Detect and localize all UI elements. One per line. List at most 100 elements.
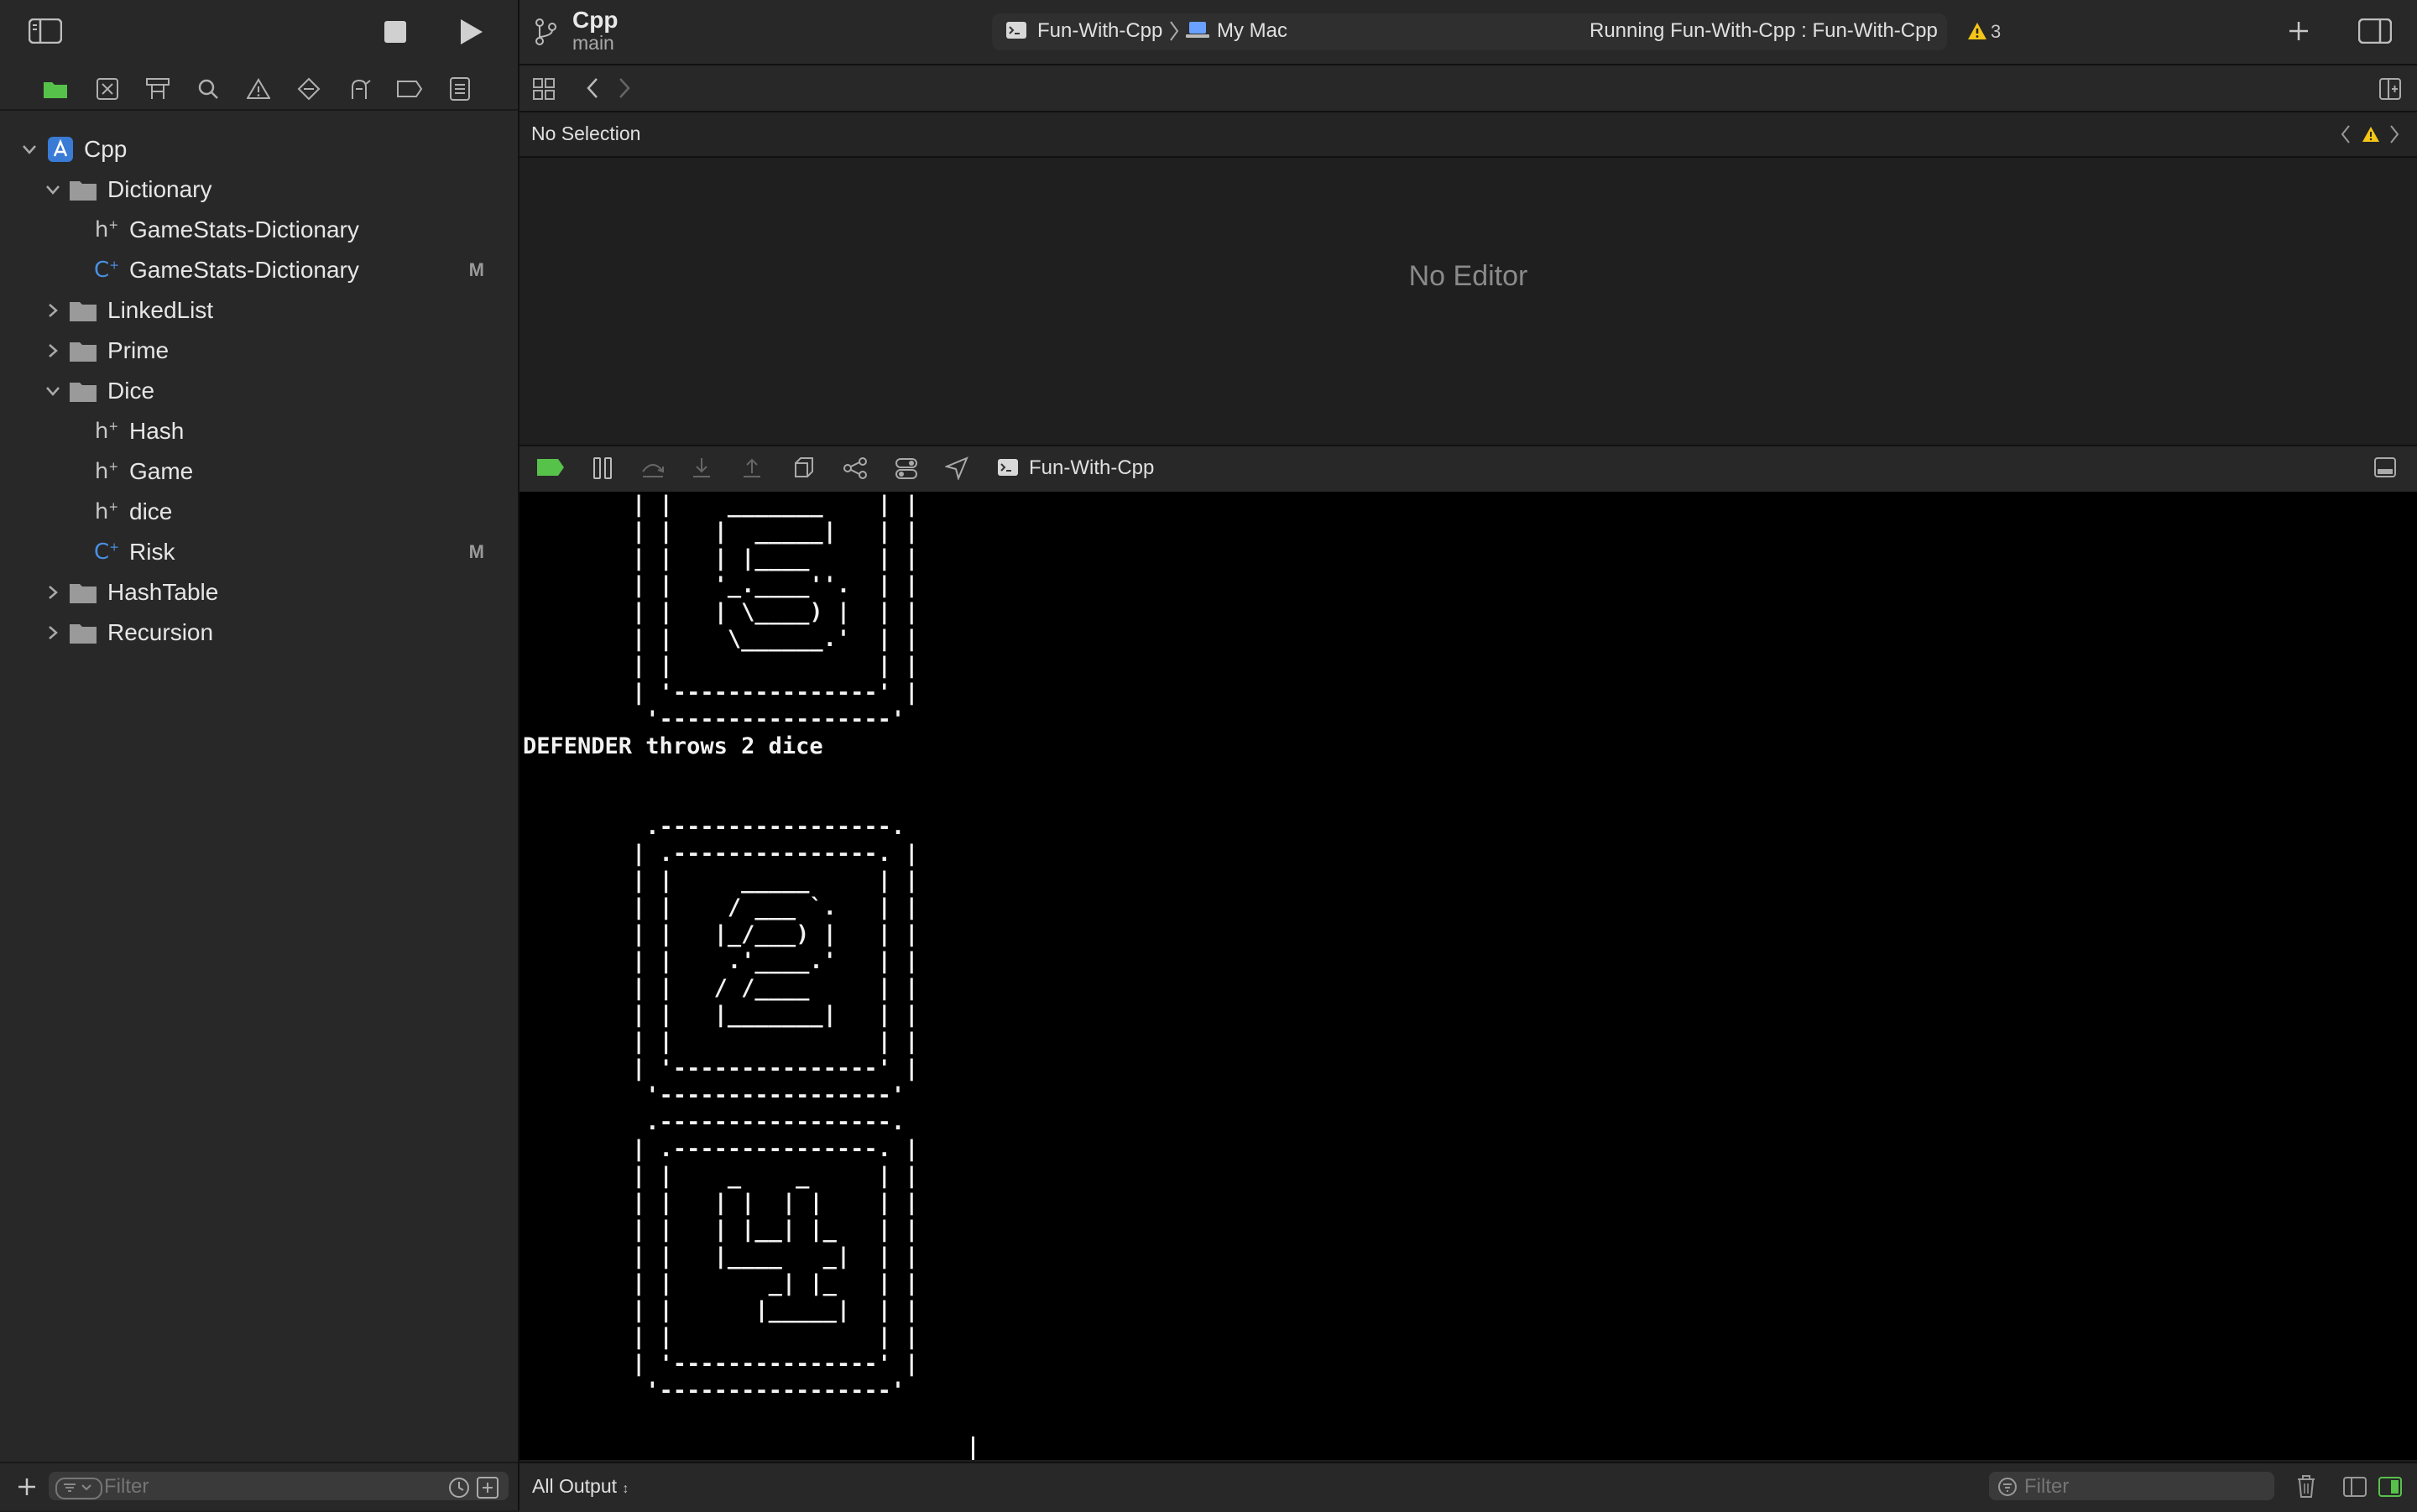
source-control-icon[interactable]	[92, 74, 123, 104]
step-out-icon[interactable]	[740, 456, 764, 480]
tree-item-file[interactable]: C+ GameStats-Dictionary M	[94, 251, 518, 289]
tree-item-folder[interactable]: Dictionary	[42, 170, 211, 209]
tree-item-label: Prime	[107, 337, 170, 363]
trash-icon[interactable]	[2296, 1475, 2316, 1499]
tree-item-label: dice	[129, 498, 173, 524]
no-editor-label: No Editor	[1408, 260, 1528, 292]
folder-icon	[69, 379, 97, 403]
filter-input[interactable]	[102, 1473, 433, 1500]
inspector-toggle-icon[interactable]	[2358, 18, 2392, 44]
tree-item-file[interactable]: C+ Risk M	[94, 533, 518, 571]
breakpoints-toggle-icon[interactable]	[536, 458, 565, 477]
step-over-icon[interactable]	[639, 456, 666, 480]
tree-item-folder[interactable]: Recursion	[42, 613, 213, 652]
header-file-icon: h+	[94, 217, 119, 242]
debug-icon[interactable]	[344, 74, 374, 104]
memory-graph-icon[interactable]	[843, 456, 868, 480]
environment-overrides-icon[interactable]	[895, 456, 918, 480]
tree-item-label: GameStats-Dictionary	[129, 257, 359, 283]
filter-options-icon[interactable]	[55, 1478, 102, 1499]
editor-area: No Editor	[519, 158, 2417, 443]
folder-icon	[69, 339, 97, 362]
warning-icon[interactable]	[1967, 22, 1987, 40]
chevron-down-icon[interactable]	[18, 138, 40, 160]
stop-icon[interactable]	[384, 20, 407, 44]
view-hierarchy-icon[interactable]	[792, 456, 816, 480]
navigator-tabs	[0, 65, 518, 111]
folder-icon	[69, 581, 97, 604]
scheme-selector[interactable]: Fun-With-Cpp	[1037, 19, 1162, 43]
back-arrow-icon[interactable]	[586, 77, 599, 99]
terminal-app-icon	[1005, 21, 1027, 39]
forward-arrow-icon[interactable]	[618, 77, 631, 99]
breakpoint-icon[interactable]	[394, 74, 425, 104]
folder-icon[interactable]	[40, 74, 70, 104]
header-file-icon: h+	[94, 419, 119, 444]
tree-item-project[interactable]: Cpp	[18, 130, 127, 169]
tree-item-file[interactable]: h+ GameStats-Dictionary	[94, 211, 359, 249]
pause-icon[interactable]	[593, 456, 613, 480]
project-title[interactable]: Cpp	[572, 7, 618, 34]
add-icon[interactable]	[2288, 20, 2310, 42]
jump-bar-label[interactable]: No Selection	[531, 123, 640, 145]
tree-item-label: Risk	[129, 539, 175, 565]
jump-bar	[519, 112, 2417, 158]
step-into-icon[interactable]	[690, 456, 713, 480]
source-control-filter-icon[interactable]	[477, 1477, 499, 1499]
next-issue-icon[interactable]	[2388, 124, 2400, 144]
issue-icon[interactable]	[243, 74, 274, 104]
tree-item-file[interactable]: h+ Hash	[94, 412, 184, 451]
add-editor-icon[interactable]	[2378, 77, 2402, 101]
tree-item-folder[interactable]: Prime	[42, 331, 169, 370]
tree-item-label: Dice	[107, 378, 155, 404]
console-text: | | _______ | | | | | _____| | | | | | |…	[523, 492, 919, 1404]
header-file-icon: h+	[94, 499, 119, 524]
tree-item-label: GameStats-Dictionary	[129, 216, 359, 242]
chevron-right-icon[interactable]	[42, 300, 64, 321]
chevron-right-icon[interactable]	[42, 340, 64, 362]
chevron-right-icon[interactable]	[42, 581, 64, 603]
warning-icon[interactable]	[2362, 126, 2380, 143]
branch-icon	[534, 18, 557, 45]
run-icon[interactable]	[459, 18, 484, 45]
laptop-icon	[1185, 21, 1210, 39]
tree-item-folder[interactable]: LinkedList	[42, 291, 213, 330]
tree-item-file[interactable]: h+ Game	[94, 452, 193, 491]
tree-item-file[interactable]: h+ dice	[94, 493, 172, 531]
warning-count[interactable]: 3	[1991, 21, 2001, 43]
output-selector[interactable]: All Output ↕	[532, 1475, 629, 1498]
filter-icon	[1997, 1477, 2018, 1497]
console-filter-input[interactable]	[2023, 1473, 2269, 1500]
search-icon[interactable]	[193, 74, 223, 104]
report-icon[interactable]	[445, 74, 475, 104]
tree-item-folder[interactable]: HashTable	[42, 573, 218, 612]
hide-debug-area-icon[interactable]	[2373, 456, 2397, 478]
add-icon[interactable]	[17, 1477, 37, 1497]
text-cursor	[972, 1436, 974, 1460]
folder-icon	[69, 178, 97, 201]
process-label[interactable]: Fun-With-Cpp	[1029, 456, 1154, 480]
test-icon[interactable]	[294, 74, 324, 104]
console-output[interactable]: | | _______ | | | | | _____| | | | | | |…	[519, 492, 2417, 1460]
show-variables-icon[interactable]	[2343, 1477, 2367, 1497]
grid-icon[interactable]	[532, 77, 556, 101]
chevron-down-icon[interactable]	[42, 380, 64, 402]
previous-issue-icon[interactable]	[2340, 124, 2352, 144]
folder-icon	[69, 299, 97, 322]
sidebar-toolbar	[0, 0, 518, 64]
tree-item-folder[interactable]: Dice	[42, 372, 154, 410]
tree-item-label: Cpp	[84, 136, 128, 162]
project-icon	[47, 136, 74, 163]
symbol-icon[interactable]	[143, 74, 173, 104]
recent-files-icon[interactable]	[448, 1477, 470, 1499]
modified-badge: M	[468, 541, 484, 562]
tree-item-label: Dictionary	[107, 176, 212, 202]
terminal-app-icon	[997, 458, 1019, 477]
location-icon[interactable]	[945, 456, 968, 480]
destination-selector[interactable]: My Mac	[1217, 19, 1287, 43]
chevron-down-icon[interactable]	[42, 179, 64, 201]
chevron-right-icon	[1168, 20, 1180, 42]
chevron-right-icon[interactable]	[42, 622, 64, 644]
show-console-icon[interactable]	[2378, 1477, 2402, 1497]
sidebar-toggle-icon[interactable]	[29, 18, 62, 44]
